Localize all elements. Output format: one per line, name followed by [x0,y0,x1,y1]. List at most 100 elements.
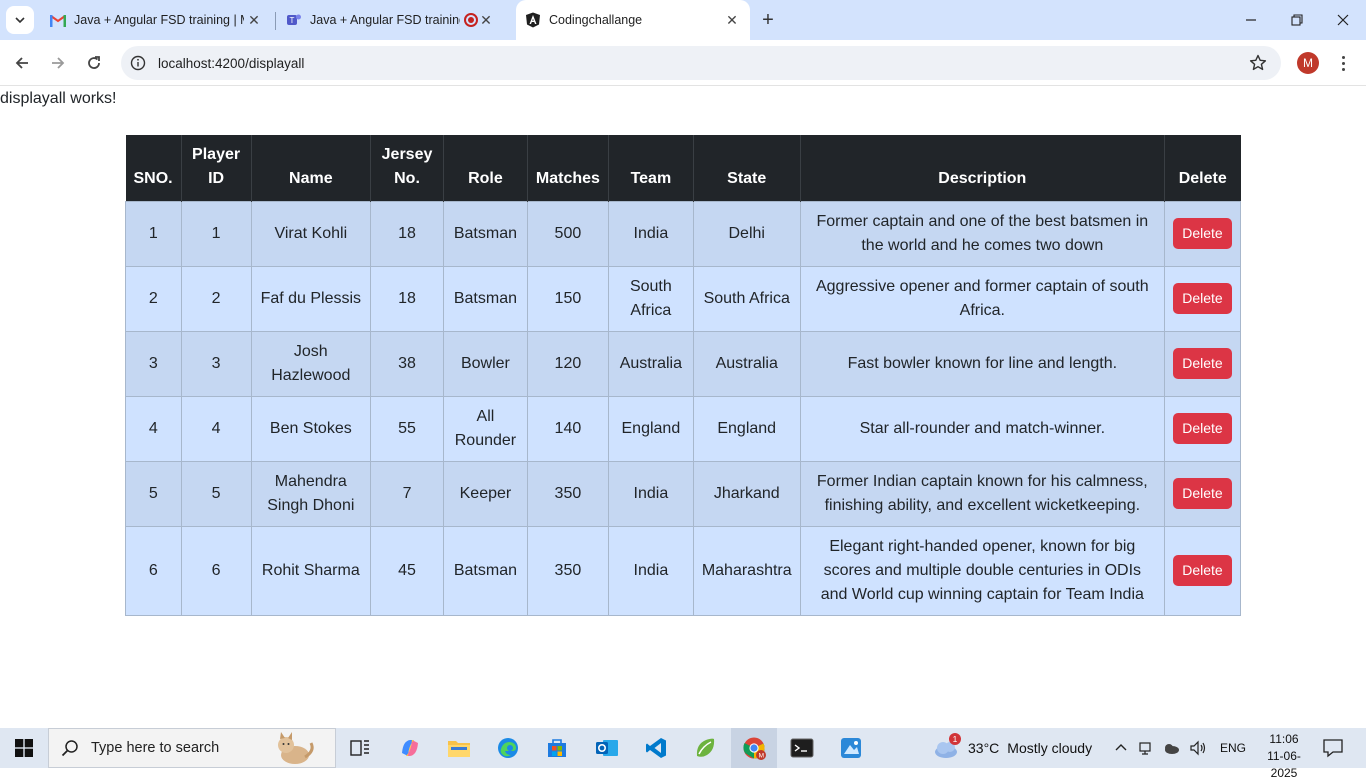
new-tab-button[interactable]: + [756,8,780,32]
search-highlight-cat-icon [278,732,314,764]
vscode-icon[interactable] [640,732,672,764]
terminal-icon[interactable] [786,732,818,764]
close-tab-icon[interactable]: ✕ [478,12,494,28]
paint-app-icon[interactable] [835,732,867,764]
cell-role: Batsman [442,265,528,332]
back-button[interactable] [8,49,36,77]
search-icon [61,740,78,757]
url-text[interactable]: localhost:4200/displayall [158,56,304,71]
delete-button[interactable]: Delete [1173,283,1232,314]
restore-window-button[interactable] [1274,0,1320,40]
browser-toolbar: localhost:4200/displayall M [0,40,1366,86]
delete-button[interactable]: Delete [1173,348,1232,379]
profile-avatar[interactable]: M [1297,52,1319,74]
tab-separator [275,12,276,30]
cell-name: Virat Kohli [250,200,372,267]
cell-description: Former captain and one of the best batsm… [799,200,1165,267]
close-tab-icon[interactable]: ✕ [246,12,262,28]
header-description: Description [799,135,1165,201]
network-icon[interactable] [1137,740,1153,756]
task-view-icon[interactable] [344,732,376,764]
taskbar-search[interactable]: Type here to search [48,728,336,768]
cell-sno: 6 [125,525,182,616]
delete-button[interactable]: Delete [1173,413,1232,444]
chevron-down-icon [15,17,25,24]
cell-delete: Delete [1163,265,1242,332]
forward-button[interactable] [44,49,72,77]
cell-team: India [607,460,694,527]
delete-button[interactable]: Delete [1173,218,1232,249]
cell-name: Rohit Sharma [250,525,372,616]
weather-widget[interactable]: 1 33°C Mostly cloudy [932,728,1092,768]
component-message: displayall works! [0,90,117,107]
minimize-window-button[interactable] [1228,0,1274,40]
weather-temp: 33°C [968,740,1000,756]
tab-search-button[interactable] [6,6,34,34]
header-matches: Matches [526,135,609,201]
microsoft-store-icon[interactable] [541,732,573,764]
table-header-row: SNO. Player ID Name Jersey No. Role Matc… [125,135,1241,201]
weather-condition: Mostly cloudy [1007,740,1093,756]
cell-state: Maharashtra [692,525,801,616]
restore-icon [1291,14,1303,26]
notifications-icon[interactable] [1322,738,1344,758]
players-table: SNO. Player ID Name Jersey No. Role Matc… [125,135,1242,616]
search-placeholder: Type here to search [91,740,220,756]
file-explorer-icon[interactable] [443,732,475,764]
table-row: 2 2 Faf du Plessis 18 Batsman 150 South … [125,265,1242,332]
cell-matches: 350 [526,525,609,616]
taskbar-clock[interactable]: 11:06 11-06-2025 [1256,731,1312,782]
close-window-button[interactable] [1320,0,1366,40]
cell-delete: Delete [1163,525,1242,616]
tab-gmail[interactable]: Java + Angular FSD training | M ✕ [42,0,272,40]
cell-sno: 4 [125,395,182,462]
cell-jersey: 7 [370,460,444,527]
cell-role: Batsman [442,525,528,616]
cell-name: Faf du Plessis [250,265,372,332]
cell-matches: 500 [526,200,609,267]
reload-button[interactable] [80,49,108,77]
tab-teams[interactable]: T Java + Angular FSD training ✕ [278,0,510,40]
cell-player-id: 2 [180,265,252,332]
svg-text:T: T [290,16,295,25]
bookmark-star-icon[interactable] [1249,54,1267,72]
tab-codingchallange[interactable]: Codingchallange ✕ [516,0,750,40]
start-button[interactable] [0,728,48,768]
header-player-id: Player ID [180,135,252,201]
copilot-icon[interactable] [394,732,426,764]
close-tab-icon[interactable]: ✕ [724,12,740,28]
language-indicator[interactable]: ENG [1220,741,1246,755]
cell-player-id: 1 [180,200,252,267]
delete-button[interactable]: Delete [1173,555,1232,586]
cell-description: Aggressive opener and former captain of … [799,265,1165,332]
chevron-up-icon[interactable] [1114,741,1128,755]
windows-logo-icon [15,739,33,757]
chrome-icon[interactable]: M [738,732,770,764]
browser-menu-icon[interactable] [1334,51,1352,75]
cell-sno: 5 [125,460,182,527]
site-info-icon[interactable] [130,55,146,71]
edge-icon[interactable] [492,732,524,764]
onedrive-icon[interactable] [1162,741,1180,755]
outlook-icon[interactable] [591,732,623,764]
cell-delete: Delete [1163,460,1242,527]
cell-description: Fast bowler known for line and length. [799,330,1165,397]
spring-tools-icon[interactable] [689,732,721,764]
minimize-icon [1246,19,1256,21]
address-bar[interactable]: localhost:4200/displayall [121,46,1281,80]
cell-description: Elegant right-handed opener, known for b… [799,525,1165,616]
cell-player-id: 4 [180,395,252,462]
header-sno: SNO. [125,135,182,201]
cell-state: England [692,395,801,462]
volume-icon[interactable] [1189,740,1207,756]
delete-button[interactable]: Delete [1173,478,1232,509]
cell-role: Bowler [442,330,528,397]
header-delete: Delete [1163,135,1241,201]
arrow-left-icon [15,57,28,69]
cell-jersey: 45 [370,525,444,616]
table-row: 4 4 Ben Stokes 55 All Rounder 140 Englan… [125,395,1242,462]
table-row: 5 5 Mahendra Singh Dhoni 7 Keeper 350 In… [125,460,1242,527]
cell-player-id: 3 [180,330,252,397]
header-role: Role [442,135,528,201]
cell-name: Mahendra Singh Dhoni [250,460,372,527]
